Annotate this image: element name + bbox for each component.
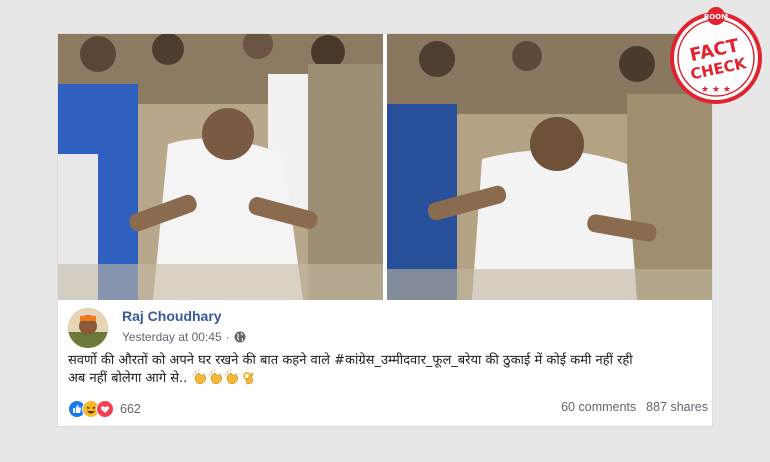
- post-text-line-2-wrapper: अब नहीं बोलेगा आगे से..: [68, 370, 704, 388]
- ok-hand-icon: [243, 372, 254, 385]
- post-text-line-2: अब नहीं बोलेगा आगे से..: [68, 371, 188, 386]
- clapping-hands-icon: [193, 370, 207, 385]
- post-footer: 662 60 comments 887 shares: [68, 400, 708, 420]
- engagement-counts: 60 comments 887 shares: [561, 400, 708, 414]
- svg-text:★ ★ ★: ★ ★ ★: [701, 85, 731, 95]
- post-meta: Yesterday at 00:45 ·: [122, 330, 246, 344]
- post-photo-left[interactable]: [58, 34, 383, 300]
- facebook-post-card: Raj Choudhary Yesterday at 00:45 · सवर्ण…: [58, 34, 712, 426]
- crowd-photo-left: [58, 34, 383, 300]
- love-icon: [96, 400, 114, 418]
- comments-count[interactable]: 60 comments: [561, 400, 636, 414]
- svg-text:BOOM: BOOM: [704, 13, 728, 21]
- reaction-count: 662: [120, 402, 141, 416]
- post-media[interactable]: [58, 34, 712, 300]
- emoji-row: [193, 370, 256, 385]
- post-text-line-1: सवर्णो की औरतों को अपने घर रखने की बात क…: [68, 353, 633, 368]
- avatar-image: [68, 308, 108, 348]
- fact-check-stamp-icon: BOOM FACT CHECK ★ ★ ★: [670, 7, 762, 104]
- clapping-hands-icon: [225, 370, 239, 385]
- reactions-summary[interactable]: 662: [68, 400, 141, 418]
- shares-count[interactable]: 887 shares: [646, 400, 708, 414]
- post-timestamp[interactable]: Yesterday at 00:45: [122, 330, 222, 344]
- meta-separator: ·: [225, 330, 230, 344]
- globe-icon[interactable]: [234, 331, 246, 343]
- avatar[interactable]: [68, 308, 108, 348]
- author-name[interactable]: Raj Choudhary: [122, 308, 222, 324]
- post-text: सवर्णो की औरतों को अपने घर रखने की बात क…: [68, 352, 704, 388]
- clapping-hands-icon: [209, 370, 223, 385]
